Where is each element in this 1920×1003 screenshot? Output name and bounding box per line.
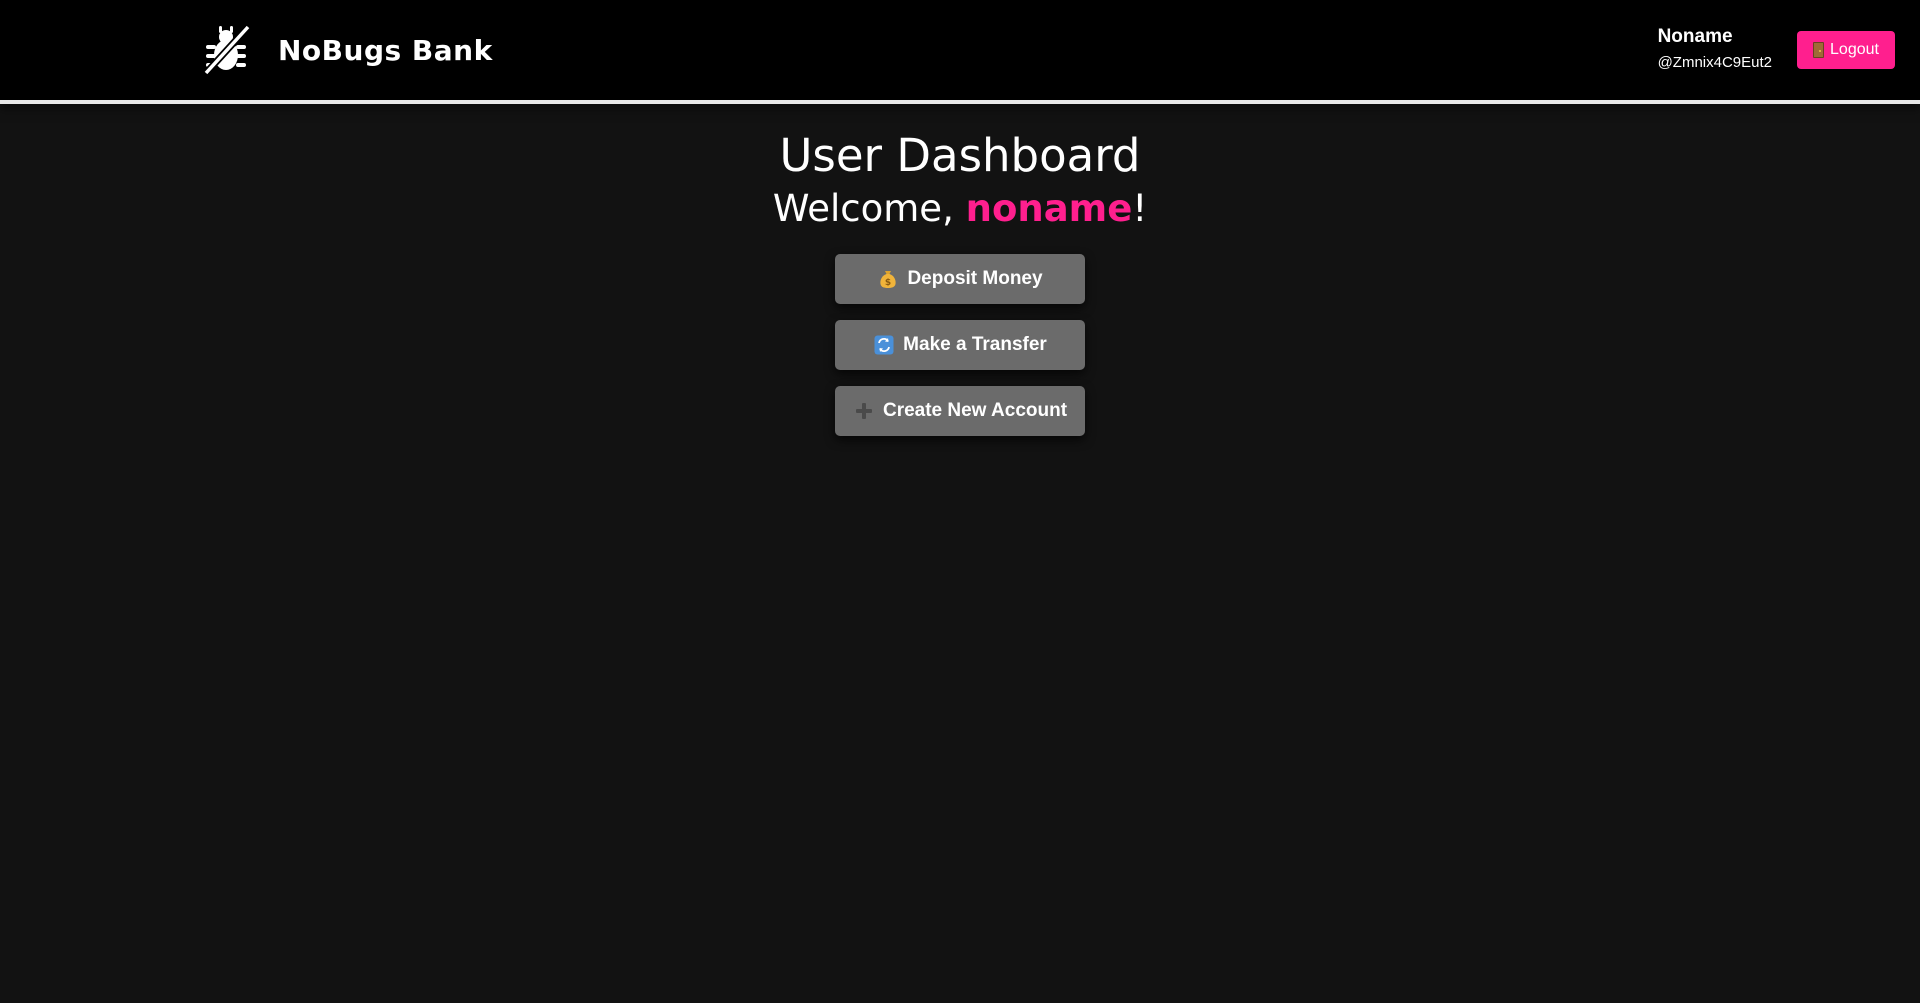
welcome-prefix: Welcome, — [772, 187, 966, 230]
create-account-button[interactable]: Create New Account — [835, 386, 1085, 436]
transfer-arrows-icon — [873, 334, 895, 356]
dashboard-main: User Dashboard Welcome, noname! $ Deposi… — [0, 104, 1920, 436]
logout-label: Logout — [1830, 41, 1879, 58]
user-name: Noname — [1657, 26, 1733, 47]
user-info: Noname @Zmnix4C9Eut2 — [1658, 24, 1772, 74]
welcome-username: noname — [965, 187, 1133, 230]
create-account-label: Create New Account — [882, 400, 1068, 421]
svg-text:$: $ — [885, 278, 891, 288]
brand-name: NoBugs Bank — [278, 33, 493, 67]
door-icon — [1813, 42, 1825, 58]
welcome-message: Welcome, noname! — [0, 184, 1920, 234]
user-handle: @Zmnix4C9Eut2 — [1657, 54, 1772, 71]
welcome-suffix: ! — [1132, 187, 1148, 230]
page-title: User Dashboard — [779, 129, 1141, 182]
deposit-money-button[interactable]: $ Deposit Money — [835, 254, 1085, 304]
top-header: NoBugs Bank Noname @Zmnix4C9Eut2 Logout — [0, 0, 1920, 104]
bug-crossed-icon — [200, 23, 254, 77]
action-buttons: $ Deposit Money Make a Transfer Create N… — [0, 254, 1920, 436]
logout-button[interactable]: Logout — [1797, 31, 1895, 69]
make-transfer-button[interactable]: Make a Transfer — [835, 320, 1085, 370]
brand[interactable]: NoBugs Bank — [200, 20, 493, 80]
plus-icon — [853, 400, 875, 422]
make-transfer-label: Make a Transfer — [903, 334, 1047, 355]
deposit-money-label: Deposit Money — [907, 268, 1043, 289]
money-bag-icon: $ — [877, 268, 899, 290]
